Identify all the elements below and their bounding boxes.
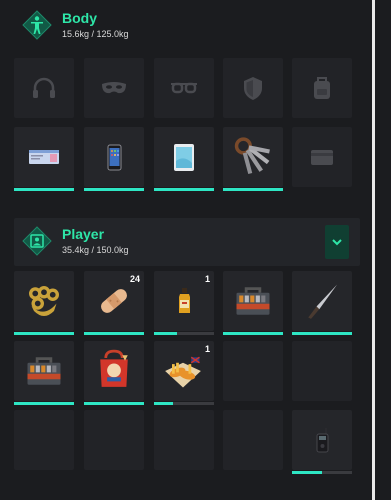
toolbox-2-durability <box>14 402 74 405</box>
mask-slot[interactable] <box>84 58 144 118</box>
empty-slot-14[interactable] <box>223 410 283 470</box>
ticket-durability <box>14 188 74 191</box>
headphones-icon <box>33 77 55 98</box>
toolbox-icon <box>27 357 61 385</box>
fish-chips-icon <box>165 356 201 388</box>
takeout-bag-icon <box>100 349 128 387</box>
empty-slot-12[interactable] <box>84 410 144 470</box>
player-id-icon <box>22 226 52 256</box>
mask-icon <box>102 82 126 94</box>
headphones-slot[interactable] <box>14 58 74 118</box>
tablet-durability <box>154 188 214 191</box>
bottle-icon <box>179 288 190 313</box>
phone-durability <box>84 188 144 191</box>
knife-durability <box>292 332 352 335</box>
whiskey-count: 1 <box>204 274 210 284</box>
radio-durability <box>292 471 352 474</box>
whiskey-slot[interactable]: 1 <box>154 271 214 335</box>
fish-chips-durability <box>154 402 214 405</box>
card-icon <box>311 150 333 165</box>
knife-icon <box>308 284 338 319</box>
toolbox-slot-1[interactable] <box>223 271 283 335</box>
glasses-slot[interactable] <box>154 58 214 118</box>
toolbox-1-durability <box>223 332 283 335</box>
card-slot[interactable] <box>292 127 352 187</box>
empty-slot-13[interactable] <box>154 410 214 470</box>
player-header: Player 35.4kg / 150.0kg <box>14 218 360 266</box>
radio-slot[interactable] <box>292 410 352 474</box>
knife-slot[interactable] <box>292 271 352 335</box>
fish-chips-slot[interactable]: 1 <box>154 341 214 405</box>
keys-durability <box>223 188 283 191</box>
armor-slot[interactable] <box>223 58 283 118</box>
ticket-icon <box>29 150 59 164</box>
chevron-down-icon <box>332 239 342 246</box>
keys-slot[interactable] <box>223 127 283 191</box>
phone-slot[interactable] <box>84 127 144 191</box>
body-figure-icon <box>22 10 52 40</box>
empty-slot-10[interactable] <box>292 341 352 401</box>
tablet-slot[interactable] <box>154 127 214 191</box>
takeout-bag-durability <box>84 402 144 405</box>
bandage-slot[interactable]: 24 <box>84 271 144 335</box>
phone-icon <box>107 144 122 171</box>
empty-slot-11[interactable] <box>14 410 74 470</box>
body-weight: 15.6kg / 125.0kg <box>62 29 129 39</box>
ticket-slot[interactable] <box>14 127 74 191</box>
bag-slot[interactable] <box>292 58 352 118</box>
body-header: Body 15.6kg / 125.0kg <box>14 2 360 50</box>
brass-knuckles-durability <box>14 332 74 335</box>
backpack-icon <box>314 77 330 99</box>
collapse-toggle-button[interactable] <box>325 225 349 259</box>
brass-knuckles-icon <box>29 286 59 316</box>
shield-icon <box>244 77 262 100</box>
whiskey-durability <box>154 332 214 335</box>
takeout-bag-slot[interactable] <box>84 341 144 405</box>
scrollbar[interactable] <box>372 0 375 500</box>
brass-knuckles-slot[interactable] <box>14 271 74 335</box>
toolbox-icon <box>236 287 270 315</box>
radio-icon <box>316 428 329 453</box>
glasses-icon <box>171 82 197 94</box>
player-weight: 35.4kg / 150.0kg <box>62 245 129 255</box>
empty-slot-9[interactable] <box>223 341 283 401</box>
player-title: Player <box>62 226 105 242</box>
toolbox-slot-2[interactable] <box>14 341 74 405</box>
bandage-durability <box>84 332 144 335</box>
body-title: Body <box>62 10 97 26</box>
keys-icon <box>234 137 270 175</box>
tablet-icon <box>174 144 194 171</box>
bandage-icon <box>101 289 127 313</box>
